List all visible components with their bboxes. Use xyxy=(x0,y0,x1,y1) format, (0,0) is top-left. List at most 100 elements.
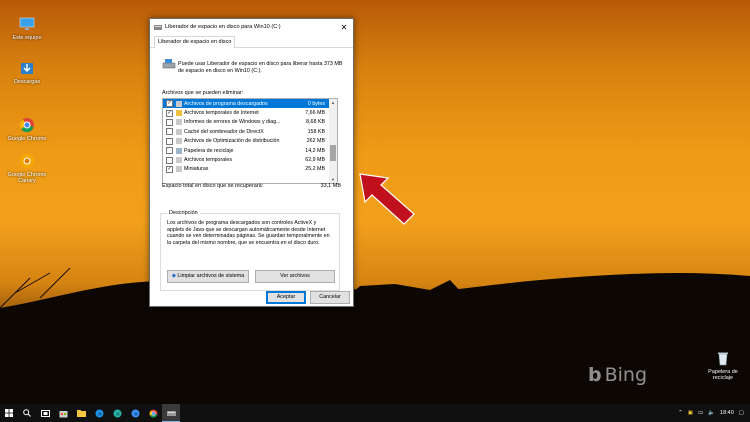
file-row[interactable]: Archivos temporales de Internet7,66 MB xyxy=(163,108,337,117)
file-type-icon xyxy=(176,110,182,117)
chevron-up-icon[interactable]: ⌃ xyxy=(678,410,683,416)
chrome-canary-icon xyxy=(20,154,34,168)
disk-cleanup-icon xyxy=(154,24,162,30)
cleanup-system-files-label: Limpiar archivos de sistema xyxy=(177,273,245,279)
desktop-icon-label: Este equipo xyxy=(12,35,42,41)
scroll-up-icon[interactable]: ▲ xyxy=(329,100,337,105)
file-name: Archivos temporales xyxy=(184,157,232,164)
chrome-icon xyxy=(19,118,34,133)
desktop-icon-label: Descargas xyxy=(13,79,41,85)
taskbar-edge[interactable] xyxy=(90,404,108,422)
notification-badge-icon[interactable]: ▣ xyxy=(688,410,693,416)
bing-watermark: b Bing xyxy=(588,364,647,386)
file-name: Caché del sombreador de DirectX xyxy=(184,128,264,135)
file-type-icon xyxy=(176,128,182,135)
edge-dev-icon xyxy=(131,409,139,417)
total-value: 33,1 MB xyxy=(320,183,341,189)
file-name: Archivos temporales de Internet xyxy=(184,110,259,117)
description-group: Descripción Los archivos de programa des… xyxy=(160,210,340,291)
taskbar-task-view[interactable] xyxy=(36,404,54,422)
files-label: Archivos que se pueden eliminar: xyxy=(162,90,244,96)
tab-bar: Liberador de espacio en disco xyxy=(150,35,353,49)
file-row[interactable]: Archivos temporales 62,9 MB xyxy=(163,155,337,164)
scroll-down-icon[interactable]: ▼ xyxy=(329,177,337,182)
search-icon xyxy=(23,409,31,417)
total-label: Espacio total en disco que se recuperará… xyxy=(162,183,264,189)
download-icon xyxy=(21,63,33,74)
volume-icon[interactable]: 🔈 xyxy=(708,410,715,416)
windows-icon xyxy=(5,409,13,417)
file-type-icon xyxy=(176,138,182,145)
file-type-icon xyxy=(176,166,182,173)
files-list[interactable]: Archivos de programa descargados0 bytesA… xyxy=(162,98,338,184)
clock[interactable]: 18:40 xyxy=(720,410,734,416)
file-type-icon xyxy=(176,157,182,164)
file-checkbox[interactable] xyxy=(166,156,173,164)
file-row[interactable]: Informes de errores de Windows y diag...… xyxy=(163,118,337,127)
desktop-icon-google-chrome[interactable]: Google Chrome xyxy=(4,117,50,142)
desktop-icon-downloads[interactable]: Descargas xyxy=(4,60,50,85)
desktop-icon-this-pc[interactable]: Este equipo xyxy=(4,16,50,41)
cleanup-system-files-button[interactable]: ◆ Limpiar archivos de sistema xyxy=(167,270,249,283)
computer-icon xyxy=(19,17,35,30)
file-checkbox[interactable] xyxy=(166,165,173,173)
file-row[interactable]: Archivos de Optimización de distribución… xyxy=(163,137,337,146)
folder-icon xyxy=(76,410,86,417)
scrollbar-thumb[interactable] xyxy=(330,145,336,161)
file-row[interactable]: Caché del sombreador de DirectX 158 KB xyxy=(163,127,337,136)
description-text: Los archivos de programa descargados son… xyxy=(167,220,330,246)
bing-watermark-text: Bing xyxy=(604,364,648,386)
disk-cleanup-icon xyxy=(166,410,176,416)
file-checkbox[interactable] xyxy=(166,128,173,136)
store-icon xyxy=(59,410,67,417)
files-scrollbar[interactable]: ▲ ▼ xyxy=(329,99,337,183)
action-center-icon[interactable]: ▢ xyxy=(739,410,744,416)
file-checkbox[interactable] xyxy=(166,118,173,126)
taskbar-edge-dev[interactable] xyxy=(126,404,144,422)
network-icon[interactable]: ▭ xyxy=(698,410,703,416)
taskbar-disk-cleanup[interactable] xyxy=(162,404,180,422)
file-checkbox[interactable] xyxy=(166,100,173,108)
close-icon[interactable]: ✕ xyxy=(335,23,353,32)
file-checkbox[interactable] xyxy=(166,109,173,117)
taskbar-file-explorer[interactable] xyxy=(72,404,90,422)
desktop-icon-label: Google Chrome xyxy=(7,136,47,142)
desktop-icon-chrome-canary[interactable]: Google Chrome Canary xyxy=(4,153,50,184)
taskbar-edge-beta[interactable] xyxy=(108,404,126,422)
file-row[interactable]: Miniaturas25,2 MB xyxy=(163,165,337,174)
shield-icon: ◆ xyxy=(171,273,176,279)
file-checkbox[interactable] xyxy=(166,137,173,145)
system-tray: ⌃ ▣ ▭ 🔈 18:40 ▢ xyxy=(678,404,744,422)
recycle-bin-icon xyxy=(718,352,728,366)
ok-button[interactable]: Aceptar xyxy=(266,291,306,304)
file-name: Archivos de Optimización de distribución xyxy=(184,138,280,145)
disk-cleanup-dialog: Liberador de espacio en disco para Win10… xyxy=(149,18,354,307)
desktop-icon-recycle-bin[interactable]: Papelera de reciclaje xyxy=(700,350,746,381)
dialog-titlebar[interactable]: Liberador de espacio en disco para Win10… xyxy=(150,19,353,35)
file-row[interactable]: Archivos de programa descargados0 bytes xyxy=(163,99,337,109)
file-checkbox[interactable] xyxy=(166,147,173,155)
taskbar-chrome[interactable] xyxy=(144,404,162,422)
info-text: Puede usar Liberador de espacio en disco… xyxy=(178,61,343,74)
file-type-icon xyxy=(176,119,182,126)
disk-icon xyxy=(162,59,176,69)
file-row[interactable]: Papelera de reciclaje 14,2 MB xyxy=(163,146,337,155)
file-name: Archivos de programa descargados xyxy=(184,100,268,107)
desktop-icon-label: Papelera de reciclaje xyxy=(708,369,738,381)
view-files-button[interactable]: Ver archivos xyxy=(255,270,335,283)
file-type-icon xyxy=(176,100,182,107)
desktop-icon-label: Google Chrome Canary xyxy=(7,172,47,184)
taskbar-store[interactable] xyxy=(54,404,72,422)
start-button[interactable] xyxy=(0,404,18,422)
taskbar-search[interactable] xyxy=(18,404,36,422)
taskbar: ⌃ ▣ ▭ 🔈 18:40 ▢ xyxy=(0,404,750,422)
edge-beta-icon xyxy=(113,409,121,417)
tab-disk-cleanup[interactable]: Liberador de espacio en disco xyxy=(154,36,236,49)
file-type-icon xyxy=(176,147,182,154)
desktop: Este equipo Descargas Google Chrome Goog… xyxy=(0,0,750,404)
description-label: Descripción xyxy=(167,210,200,216)
cancel-button[interactable]: Cancelar xyxy=(310,291,350,304)
task-view-icon xyxy=(40,409,50,417)
bing-logo-icon: b xyxy=(588,364,602,386)
file-name: Papelera de reciclaje xyxy=(184,147,234,154)
